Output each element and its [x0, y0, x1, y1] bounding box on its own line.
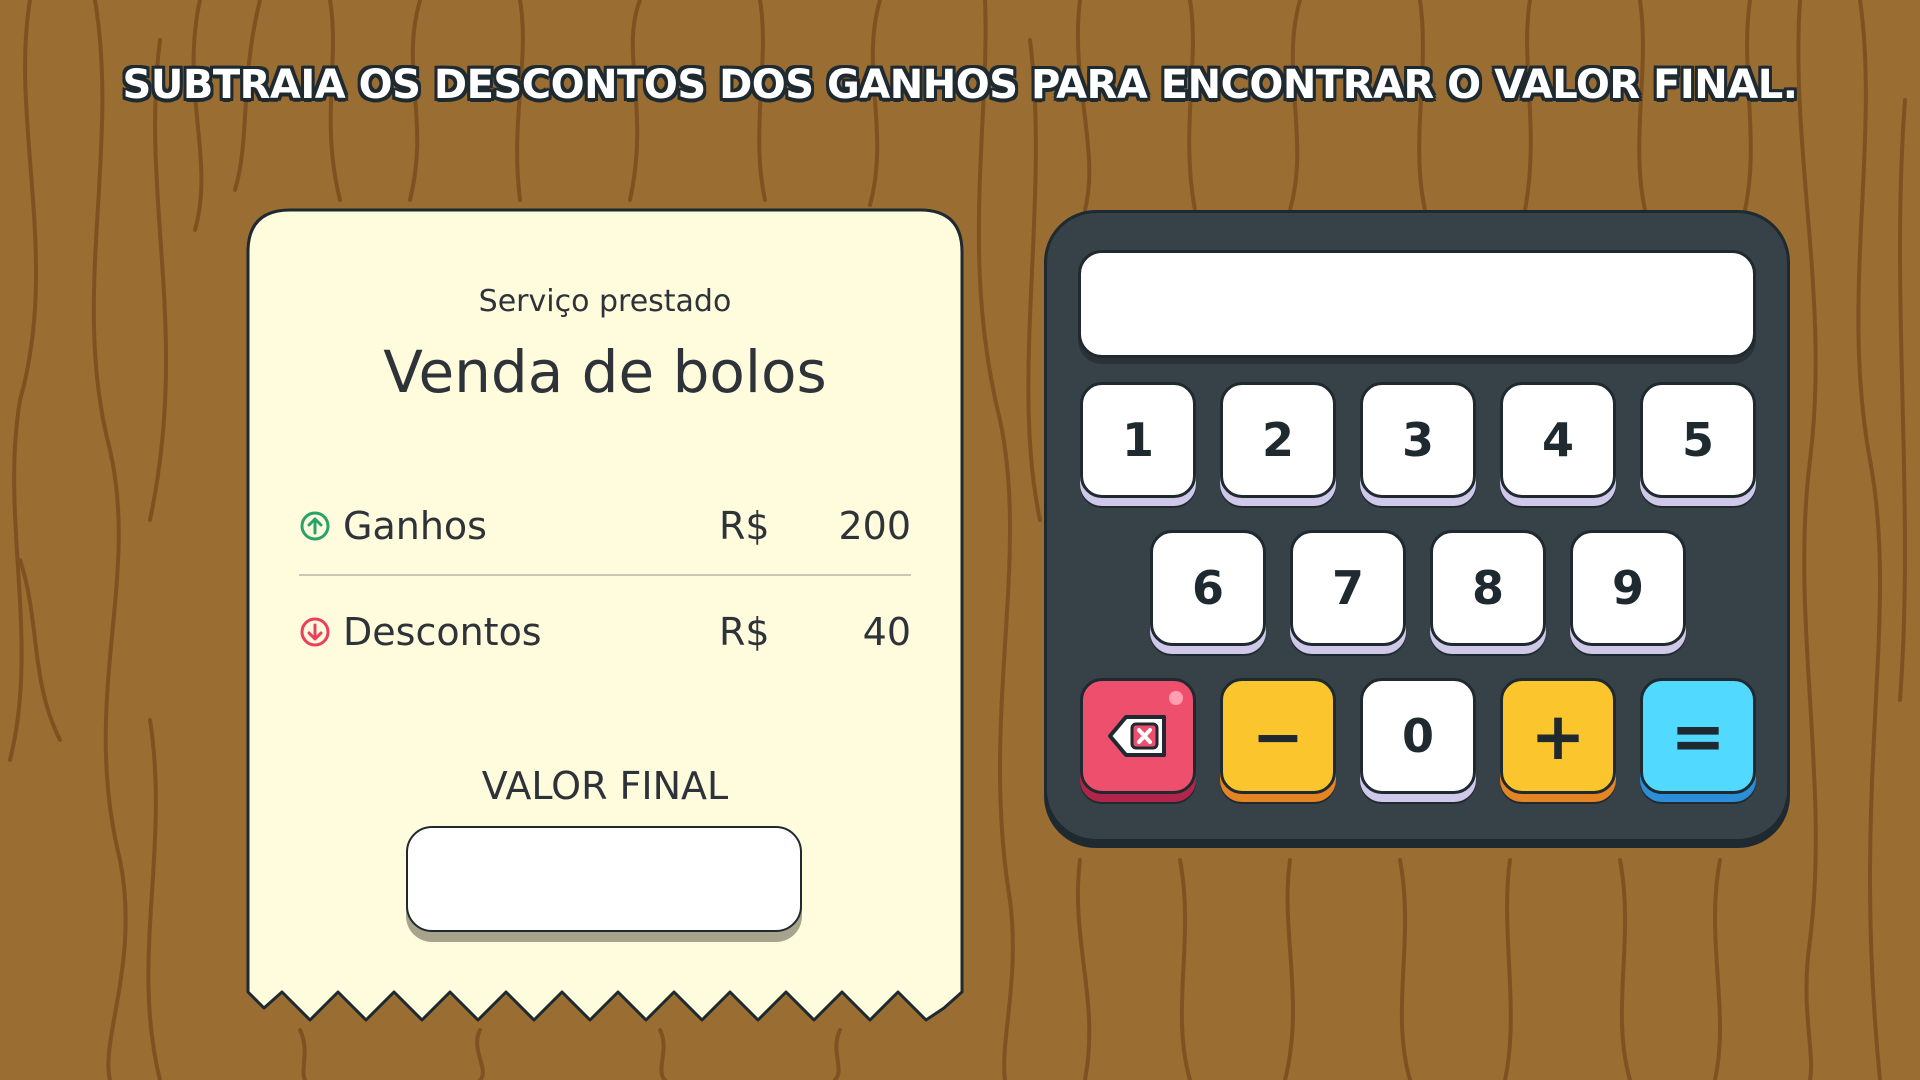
gains-value: 200: [838, 504, 911, 548]
calculator-display: [1078, 250, 1756, 358]
discounts-value: 40: [862, 610, 911, 654]
service-subtitle: Serviço prestado: [478, 284, 732, 319]
key-shine: [1169, 691, 1183, 705]
key-5[interactable]: 5: [1640, 382, 1756, 498]
key-0[interactable]: 0: [1360, 678, 1476, 794]
divider: [299, 574, 911, 576]
discounts-currency: R$: [719, 610, 770, 654]
key-3[interactable]: 3: [1360, 382, 1476, 498]
key-2[interactable]: 2: [1220, 382, 1336, 498]
gains-label: Ganhos: [343, 504, 487, 548]
key-6[interactable]: 6: [1150, 530, 1266, 646]
key-7[interactable]: 7: [1290, 530, 1406, 646]
arrow-down-circle-icon: [300, 617, 330, 647]
minus-button[interactable]: −: [1220, 678, 1336, 794]
discounts-row: Descontos R$ 40: [299, 604, 911, 664]
key-1[interactable]: 1: [1080, 382, 1196, 498]
final-value-input[interactable]: [406, 826, 802, 932]
plus-button[interactable]: +: [1500, 678, 1616, 794]
gains-currency: R$: [719, 504, 770, 548]
gains-row: Ganhos R$ 200: [299, 498, 911, 558]
service-title: Venda de bolos: [383, 338, 827, 406]
final-value-label: VALOR FINAL: [481, 764, 729, 808]
receipt-card: Serviço prestado Venda de bolos Ganhos R…: [246, 208, 964, 1028]
backspace-button[interactable]: [1080, 678, 1196, 794]
equals-button[interactable]: =: [1640, 678, 1756, 794]
backspace-icon: [1108, 715, 1166, 757]
key-4[interactable]: 4: [1500, 382, 1616, 498]
key-9[interactable]: 9: [1570, 530, 1686, 646]
arrow-up-circle-icon: [300, 511, 330, 541]
discounts-label: Descontos: [343, 610, 542, 654]
instruction-text: SUBTRAIA OS DESCONTOS DOS GANHOS PARA EN…: [122, 62, 1798, 108]
key-8[interactable]: 8: [1430, 530, 1546, 646]
